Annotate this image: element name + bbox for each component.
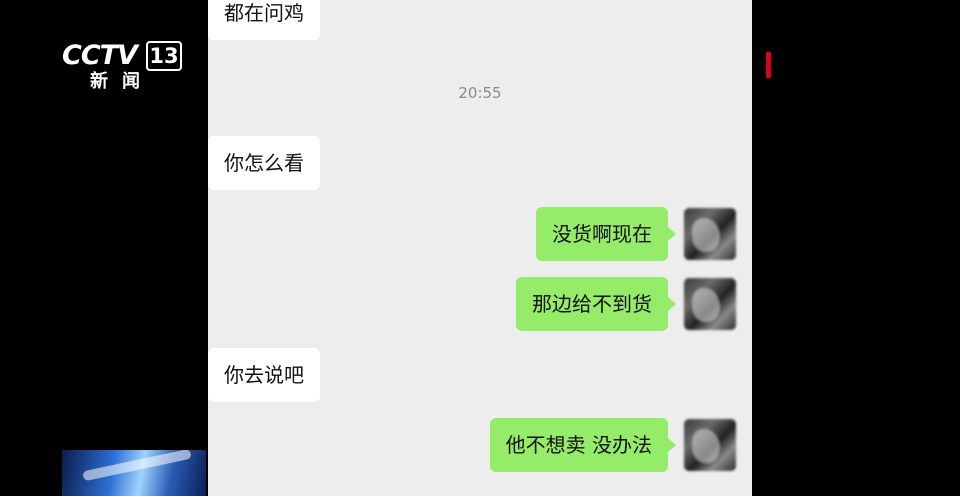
- chat-timestamp: 20:55: [458, 84, 502, 102]
- message-bubble-incoming: 你去说吧: [208, 348, 320, 402]
- message-text: 没货啊现在: [552, 222, 652, 246]
- sender-avatar[interactable]: [684, 208, 736, 260]
- message-text: 你怎么看: [224, 151, 304, 175]
- logo-channel-number: 13: [146, 41, 182, 71]
- message-text: 你去说吧: [224, 363, 304, 387]
- message-text: 那边给不到货: [532, 292, 652, 316]
- logo-subtitle: 新闻: [90, 71, 154, 92]
- broadcast-thumbnail: [62, 450, 206, 496]
- message-bubble-outgoing: 没货啊现在: [536, 207, 676, 261]
- sender-avatar[interactable]: [684, 419, 736, 471]
- video-frame: CCTV 13 新闻 都在问鸡 20:55 你怎么看 没货啊现在 那边给不到货 …: [0, 0, 960, 496]
- message-bubble-outgoing: 他不想卖 没办法: [489, 418, 677, 472]
- red-marker: [766, 52, 771, 78]
- chat-screen: 都在问鸡 20:55 你怎么看 没货啊现在 那边给不到货 你去说吧 他不想卖 没…: [208, 0, 752, 496]
- avatar-blur: [692, 218, 720, 252]
- message-bubble-incoming: 你怎么看: [208, 136, 320, 190]
- message-bubble-outgoing: 那边给不到货: [516, 277, 676, 331]
- message-text: 他不想卖 没办法: [505, 433, 652, 457]
- logo-wordmark: CCTV: [62, 40, 138, 71]
- avatar-blur: [692, 429, 720, 463]
- cctv-13-logo: CCTV 13 新闻: [62, 40, 184, 96]
- avatar-blur: [692, 288, 720, 322]
- thumbnail-light-streak: [82, 450, 192, 482]
- message-text: 都在问鸡: [224, 1, 304, 25]
- message-bubble-incoming: 都在问鸡: [208, 0, 320, 40]
- sender-avatar[interactable]: [684, 278, 736, 330]
